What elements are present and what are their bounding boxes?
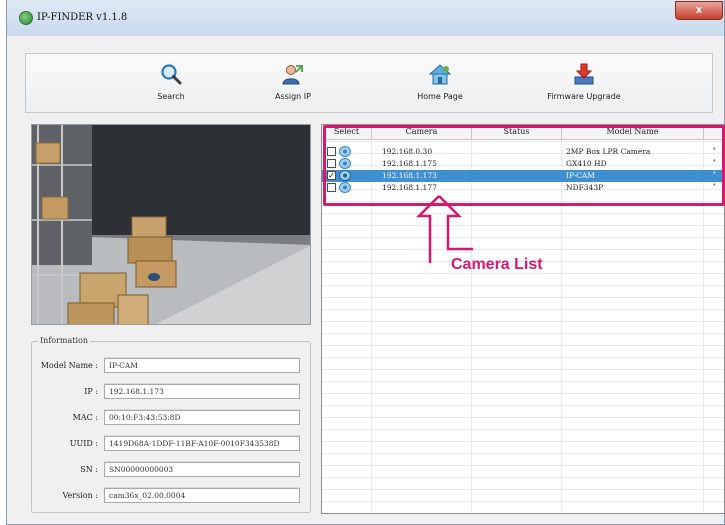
- row-camera-ip: 192.168.1.177: [382, 183, 437, 192]
- home-page-label: Home Page: [417, 92, 463, 101]
- row-camera-ip: 192.168.1.175: [382, 159, 437, 168]
- version-label: Version :: [62, 491, 98, 500]
- version-field[interactable]: cam36x_02.00.0004: [104, 488, 300, 503]
- camera-row[interactable]: 192.168.1.177 NDF343P *: [322, 182, 724, 194]
- row-checkbox[interactable]: [327, 147, 336, 156]
- assign-ip-label: Assign IP: [275, 92, 311, 101]
- column-header-select[interactable]: Select: [322, 125, 372, 140]
- ip-label: IP :: [84, 387, 98, 396]
- camera-preview: [31, 124, 311, 325]
- row-checkbox[interactable]: [327, 183, 336, 192]
- camera-list-callout-label: Camera List: [451, 256, 543, 273]
- row-marker: *: [713, 147, 716, 154]
- mac-label: MAC :: [72, 413, 98, 422]
- model-name-field[interactable]: IP-CAM: [104, 358, 300, 373]
- user-icon: [282, 65, 303, 85]
- download-arrow-icon: [574, 63, 594, 85]
- callout-arrow-icon: [415, 195, 473, 263]
- house-icon: [428, 64, 452, 85]
- search-label: Search: [157, 92, 185, 101]
- row-model-name: 2MP Box LPR Camera: [566, 147, 651, 156]
- home-page-button[interactable]: Home Page: [395, 62, 485, 101]
- camera-row[interactable]: 192.168.1.175 GX410 HD *: [322, 158, 724, 170]
- column-header-model-name[interactable]: Model Name: [562, 125, 704, 140]
- row-marker: *: [713, 171, 716, 178]
- mac-field[interactable]: 00:10:F3:43:53:8D: [104, 410, 300, 425]
- toolbar: Search Assign IP Home Page Firmware Upgr…: [25, 53, 713, 113]
- camera-icon: [339, 146, 351, 157]
- row-model-name: NDF343P: [566, 183, 604, 192]
- row-checkbox[interactable]: ✓: [327, 171, 336, 180]
- grid-header: Select Camera Status Model Name: [322, 125, 724, 140]
- uuid-field[interactable]: 1419D68A-1DDF-11BF-A10F-0010F343538D: [104, 436, 300, 451]
- title-bar[interactable]: IP-FINDER v1.1.8 x: [7, 0, 724, 36]
- camera-snapshot-image: [32, 125, 310, 324]
- assign-ip-button[interactable]: Assign IP: [248, 62, 338, 101]
- camera-list-grid[interactable]: Select Camera Status Model Name 192.168.…: [321, 124, 725, 514]
- camera-icon: [339, 170, 351, 181]
- window-title: IP-FINDER v1.1.8: [37, 12, 128, 23]
- camera-icon: [339, 158, 351, 169]
- close-button[interactable]: x: [675, 1, 723, 20]
- row-camera-ip: 192.168.0.30: [382, 147, 433, 156]
- search-icon: [161, 64, 182, 85]
- ip-field[interactable]: 192.168.1.173: [104, 384, 300, 399]
- camera-row-selected[interactable]: ✓ 192.168.1.173 IP-CAM *: [322, 170, 724, 182]
- information-legend: Information: [38, 336, 91, 345]
- row-marker: *: [713, 183, 716, 190]
- column-header-camera[interactable]: Camera: [372, 125, 472, 140]
- row-camera-ip: 192.168.1.173: [382, 171, 437, 180]
- search-button[interactable]: Search: [126, 62, 216, 101]
- app-icon: [19, 11, 33, 25]
- row-checkbox[interactable]: [327, 159, 336, 168]
- sn-label: SN :: [80, 465, 98, 474]
- model-name-label: Model Name :: [40, 361, 98, 370]
- row-model-name: IP-CAM: [566, 171, 595, 180]
- camera-row[interactable]: 192.168.0.30 2MP Box LPR Camera *: [322, 146, 724, 158]
- column-header-status[interactable]: Status: [472, 125, 562, 140]
- information-group: Information Model Name : IP-CAM IP : 192…: [31, 336, 311, 513]
- sn-field[interactable]: SN00000000003: [104, 462, 300, 477]
- row-marker: *: [713, 159, 716, 166]
- row-model-name: GX410 HD: [566, 159, 607, 168]
- firmware-upgrade-label: Firmware Upgrade: [547, 92, 621, 101]
- uuid-label: UUID :: [69, 439, 98, 448]
- firmware-upgrade-button[interactable]: Firmware Upgrade: [534, 62, 634, 101]
- app-window: IP-FINDER v1.1.8 x Search Assign IP Home…: [6, 0, 725, 525]
- camera-icon: [339, 182, 351, 193]
